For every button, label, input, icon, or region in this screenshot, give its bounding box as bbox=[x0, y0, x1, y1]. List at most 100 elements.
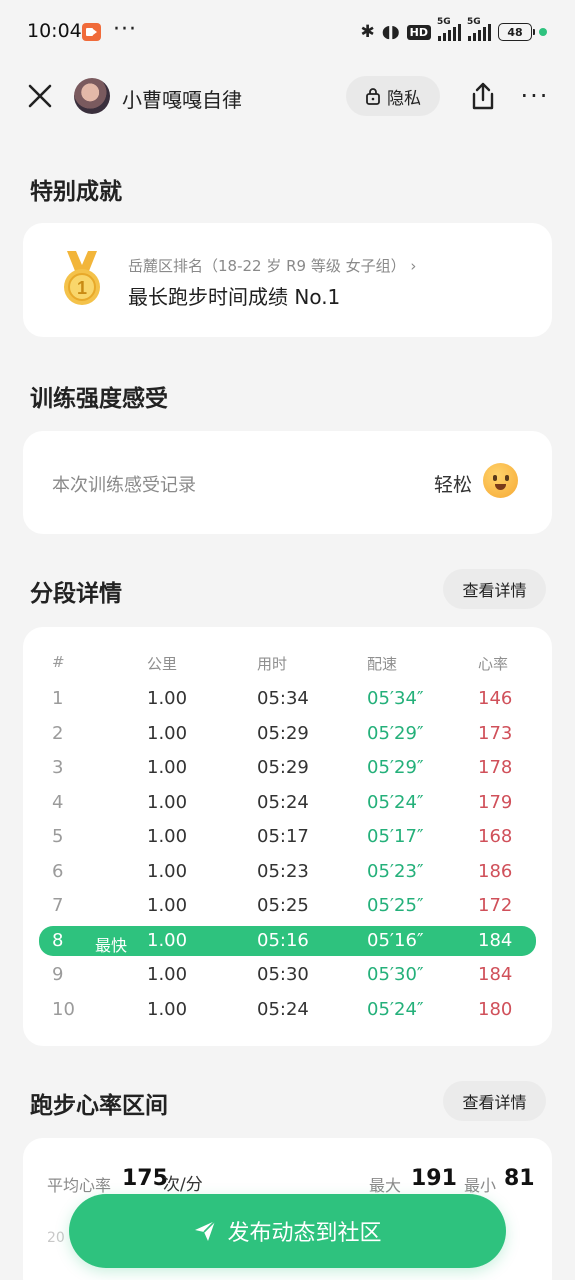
max-hr-value: 191 bbox=[411, 1166, 457, 1191]
privacy-button[interactable]: 隐私 bbox=[346, 76, 440, 116]
split-hr: 168 bbox=[478, 826, 513, 847]
avg-hr-value: 175 bbox=[122, 1166, 168, 1191]
battery-icon: 48 bbox=[498, 23, 535, 41]
split-row: 3 1.00 05:29 05′29″ 178 bbox=[23, 753, 552, 783]
split-hr: 186 bbox=[478, 860, 513, 882]
achievement-subtitle: 岳麓区排名（18-22 岁 R9 等级 女子组） › bbox=[128, 257, 417, 275]
min-hr-value: 81 bbox=[504, 1166, 535, 1191]
header-num: # bbox=[52, 653, 65, 671]
smiley-face-icon bbox=[483, 463, 518, 498]
publish-label: 发布动态到社区 bbox=[227, 1221, 382, 1246]
chevron-right-icon: › bbox=[410, 257, 417, 275]
close-icon bbox=[28, 84, 52, 108]
split-row: 7 1.00 05:25 05′25″ 172 bbox=[23, 891, 552, 921]
header-time: 用时 bbox=[257, 655, 288, 673]
status-icons: ✱ ◖◗ HD 5G 5G 48 bbox=[360, 17, 547, 44]
heart-rate-section-title: 跑步心率区间 bbox=[30, 1093, 168, 1119]
split-hr: 184 bbox=[478, 929, 513, 951]
bluetooth-icon: ✱ bbox=[360, 22, 375, 42]
split-num: 1 bbox=[52, 688, 64, 709]
achievement-title: 最长跑步时间成绩 No.1 bbox=[128, 285, 341, 309]
split-row: 9 1.00 05:30 05′30″ 184 bbox=[23, 960, 552, 990]
achievement-card[interactable]: 1 岳麓区排名（18-22 岁 R9 等级 女子组） › 最长跑步时间成绩 No… bbox=[23, 223, 552, 337]
split-num: 5 bbox=[52, 826, 64, 847]
feel-section-title: 训练强度感受 bbox=[30, 386, 168, 412]
split-row: 4 1.00 05:24 05′24″ 179 bbox=[23, 788, 552, 818]
split-pace: 05′24″ bbox=[367, 791, 424, 813]
split-pace: 05′23″ bbox=[367, 860, 424, 882]
split-pace: 05′24″ bbox=[367, 998, 424, 1020]
split-num: 10 bbox=[52, 998, 75, 1020]
fastest-badge: 最快 bbox=[95, 935, 128, 955]
feel-label: 本次训练感受记录 bbox=[52, 475, 196, 496]
split-km: 1.00 bbox=[147, 722, 188, 744]
splits-detail-button[interactable]: 查看详情 bbox=[443, 569, 546, 609]
split-time: 05:17 bbox=[257, 826, 309, 847]
more-button[interactable]: ··· bbox=[516, 80, 554, 112]
hd-icon: HD bbox=[406, 24, 431, 40]
heart-rate-detail-button[interactable]: 查看详情 bbox=[443, 1081, 546, 1121]
split-num: 4 bbox=[52, 791, 64, 813]
split-hr: 173 bbox=[478, 722, 513, 744]
splits-section-title: 分段详情 bbox=[30, 581, 122, 607]
split-km: 1.00 bbox=[147, 929, 188, 951]
split-pace: 05′29″ bbox=[367, 722, 424, 744]
avatar[interactable] bbox=[74, 78, 110, 114]
max-hr-label: 最大 bbox=[369, 1176, 402, 1195]
header-pace: 配速 bbox=[367, 655, 398, 673]
close-button[interactable] bbox=[24, 80, 56, 112]
signal-icon-2: 5G bbox=[467, 17, 491, 41]
avg-hr-label: 平均心率 bbox=[47, 1176, 112, 1195]
split-num: 6 bbox=[52, 860, 64, 882]
privacy-indicator-dot bbox=[539, 28, 547, 36]
header-hr: 心率 bbox=[478, 655, 509, 673]
split-pace: 05′25″ bbox=[367, 895, 424, 916]
privacy-label: 隐私 bbox=[387, 88, 421, 109]
split-time: 05:30 bbox=[257, 964, 309, 985]
publish-button[interactable]: 发布动态到社区 bbox=[69, 1194, 506, 1268]
split-km: 1.00 bbox=[147, 826, 188, 847]
share-button[interactable] bbox=[466, 78, 500, 114]
split-pace: 05′16″ bbox=[367, 929, 424, 951]
status-bar: 10:04 ··· ✱ ◖◗ HD 5G 5G 48 bbox=[0, 0, 575, 64]
send-icon bbox=[195, 1220, 217, 1241]
header-km: 公里 bbox=[147, 655, 178, 673]
split-hr: 184 bbox=[478, 964, 513, 985]
split-hr: 179 bbox=[478, 791, 513, 813]
split-hr: 146 bbox=[478, 688, 513, 709]
share-icon bbox=[472, 82, 494, 110]
status-time: 10:04 bbox=[27, 20, 82, 42]
split-time: 05:23 bbox=[257, 860, 309, 882]
gold-medal-icon: 1 bbox=[64, 251, 100, 305]
split-num: 3 bbox=[52, 757, 64, 778]
medal-number: 1 bbox=[77, 278, 87, 298]
split-num: 2 bbox=[52, 722, 64, 744]
split-km: 1.00 bbox=[147, 964, 188, 985]
split-hr: 180 bbox=[478, 998, 513, 1020]
feel-card[interactable]: 本次训练感受记录 轻松 bbox=[23, 431, 552, 534]
split-pace: 05′30″ bbox=[367, 964, 424, 985]
split-time: 05:29 bbox=[257, 722, 309, 744]
split-pace: 05′17″ bbox=[367, 826, 424, 847]
signal-icon: 5G bbox=[437, 17, 461, 41]
split-row: 2 1.00 05:29 05′29″ 173 bbox=[23, 719, 552, 749]
splits-header-row: # 公里 用时 配速 心率 bbox=[23, 653, 552, 673]
split-time: 05:24 bbox=[257, 791, 309, 813]
split-num: 9 bbox=[52, 964, 64, 985]
split-km: 1.00 bbox=[147, 895, 188, 916]
split-row: 10 1.00 05:24 05′24″ 180 bbox=[23, 995, 552, 1025]
split-pace: 05′34″ bbox=[367, 688, 424, 709]
split-row-fastest: 8 1.00 05:16 05′16″ 184 最快 bbox=[39, 925, 536, 956]
split-time: 05:34 bbox=[257, 688, 309, 709]
user-name[interactable]: 小曹嘎嘎自律 bbox=[122, 84, 242, 113]
split-num: 8 bbox=[52, 929, 64, 951]
min-hr-label: 最小 bbox=[464, 1176, 497, 1195]
screen-record-icon bbox=[82, 23, 101, 41]
splits-card: # 公里 用时 配速 心率 1 1.00 05:34 05′34″ 146 2 1.00 05… bbox=[23, 627, 552, 1046]
status-more-icon: ··· bbox=[113, 17, 137, 42]
feel-value: 轻松 bbox=[433, 474, 472, 496]
split-time: 05:25 bbox=[257, 895, 309, 916]
earbuds-icon: ◖◗ bbox=[381, 22, 400, 42]
split-hr: 172 bbox=[478, 895, 513, 916]
split-time: 05:16 bbox=[257, 929, 309, 951]
